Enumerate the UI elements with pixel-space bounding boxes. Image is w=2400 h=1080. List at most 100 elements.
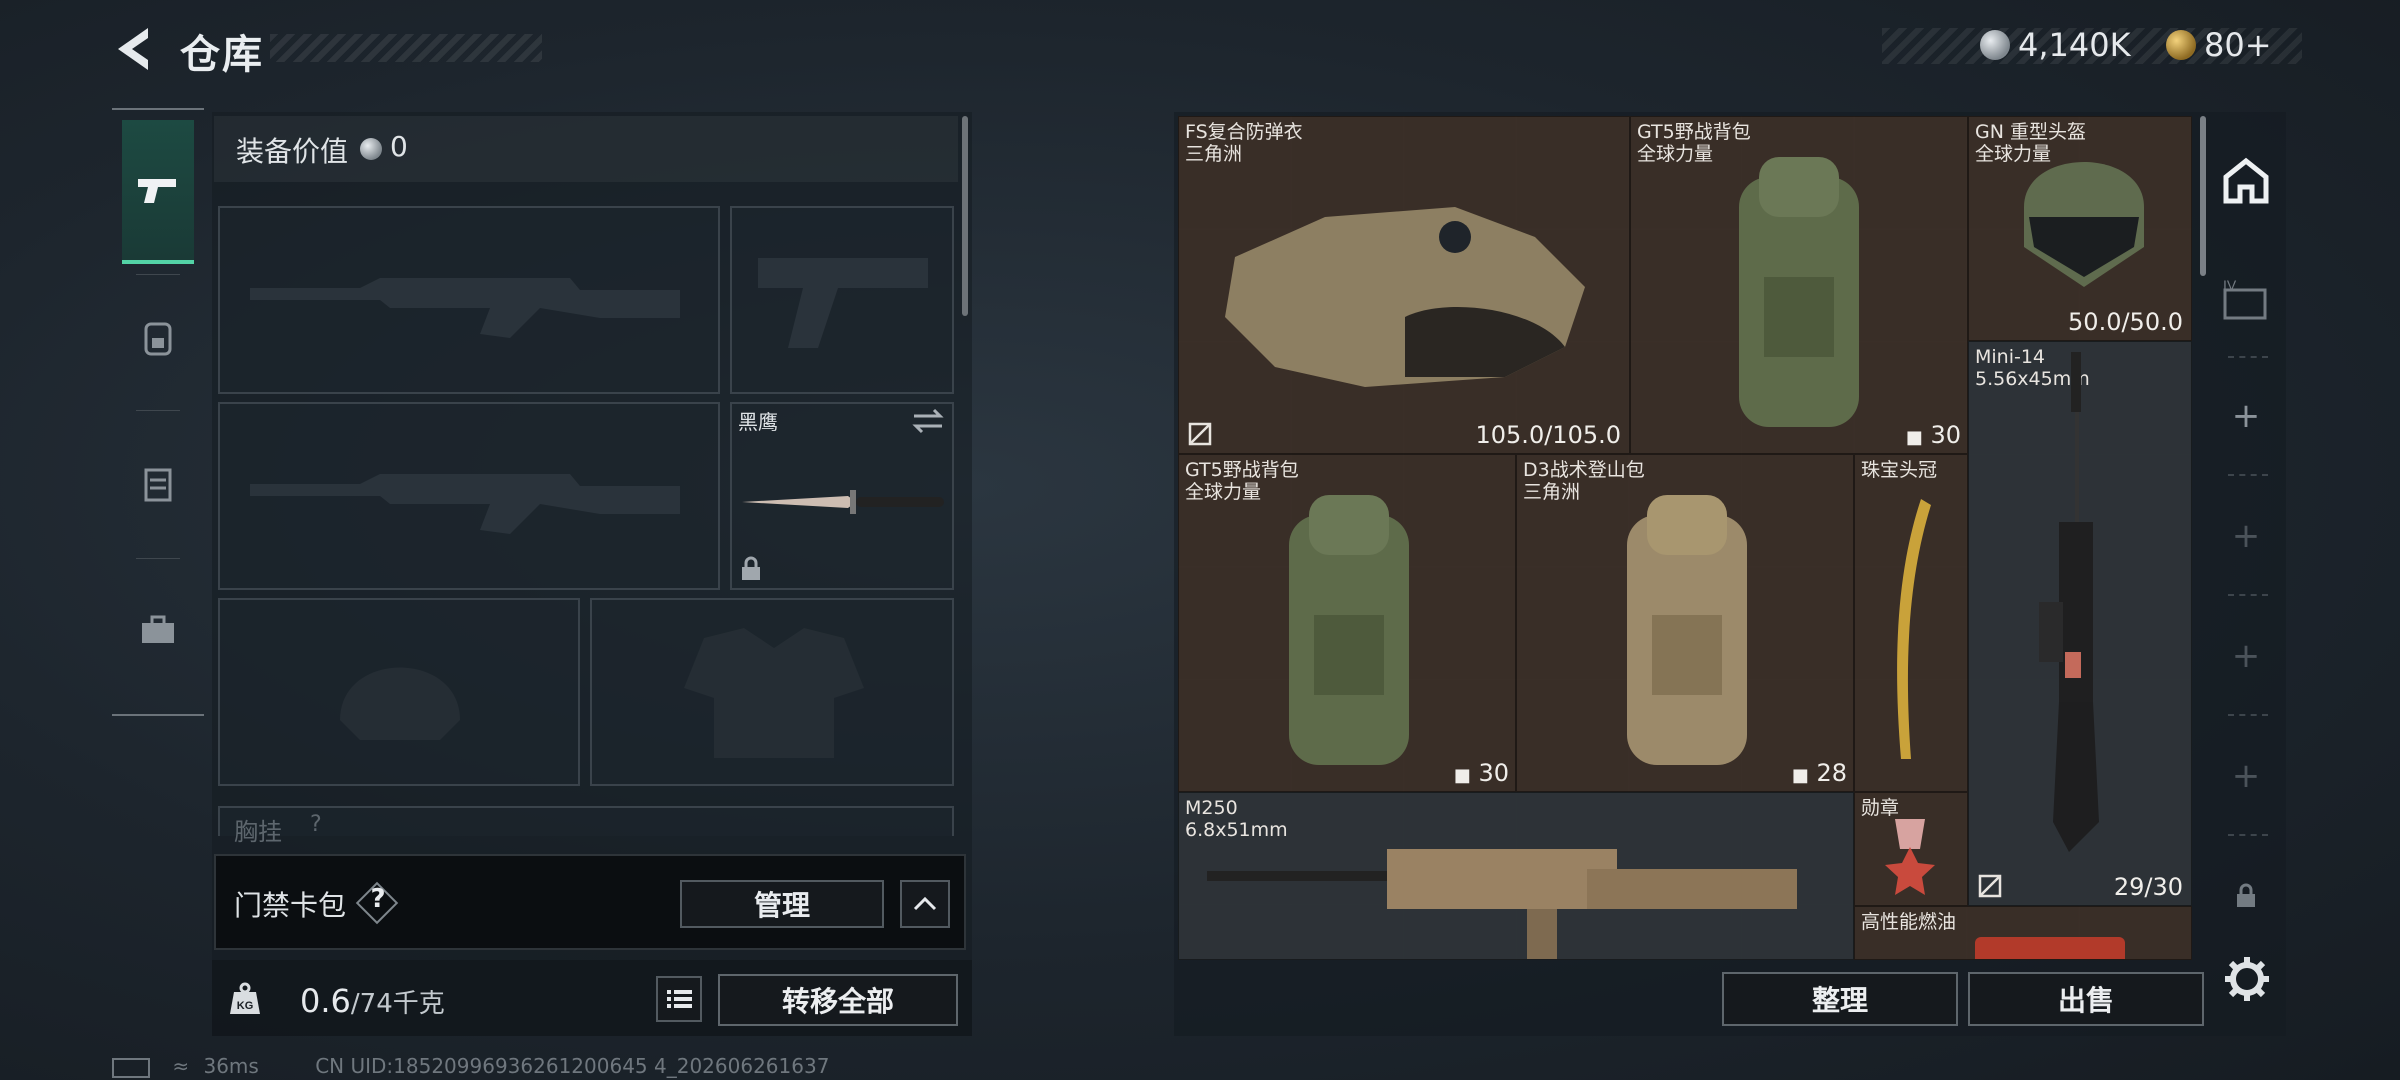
svg-text:IV: IV [2223, 278, 2237, 293]
category-tabs [112, 108, 204, 716]
rifle-placeholder-icon [250, 474, 680, 534]
armor-vest-image [1225, 207, 1585, 387]
organize-button[interactable]: 整理 [1722, 972, 1958, 1026]
help-icon: ? [370, 884, 386, 914]
pistol-placeholder-icon [758, 258, 928, 348]
weight-current: 0.6 [300, 982, 351, 1020]
primary-weapon-slot[interactable] [218, 206, 720, 394]
warehouse-icon [2223, 157, 2269, 204]
chest-rig-label: 胸挂 [234, 818, 282, 846]
knife-icon [742, 490, 944, 514]
weight-value: 0.6/74千克 [300, 982, 445, 1020]
equipment-scrollbar[interactable] [962, 116, 968, 316]
item-subtitle: 全球力量 [1637, 143, 1714, 165]
item-capacity: ■ 28 [1791, 759, 1847, 787]
no-repair-icon [1188, 422, 1212, 446]
fuel-canister-image [1975, 937, 2125, 959]
item-backpack[interactable]: GT5野战背包 全球力量 ■ 30 [1630, 116, 1968, 454]
storage-expand-iv-button[interactable]: IV [2210, 266, 2282, 336]
melee-slot[interactable]: 黑鹰 [730, 402, 954, 590]
primary-weapon-slot-2[interactable] [218, 402, 720, 590]
item-name: 勋章 [1861, 797, 1900, 819]
equipment-value: 0 [390, 130, 408, 163]
list-icon [667, 990, 692, 1008]
storage-lock-button[interactable] [2210, 866, 2282, 926]
silver-coin-icon [360, 138, 382, 160]
machine-gun-image [1207, 849, 1797, 959]
currency-gold-value: 80+ [2204, 26, 2272, 64]
back-button[interactable] [108, 22, 158, 76]
item-armor[interactable]: FS复合防弹衣 三角洲 105.0/105.0 [1178, 116, 1630, 454]
backpack-image [1739, 157, 1859, 427]
plus-icon: + [2231, 516, 2261, 556]
tab-briefcase[interactable] [122, 560, 194, 700]
currency-silver[interactable]: 4,140K [1980, 26, 2131, 64]
gold-coin-icon [2166, 30, 2196, 60]
status-bar: ≈ 36ms CN UID:18520996936261200645 4_202… [112, 1054, 829, 1078]
item-fuel[interactable]: 高性能燃油 [1854, 906, 2192, 960]
item-rifle[interactable]: Mini-14 5.56x45mm 29/30 [1968, 341, 2192, 906]
secondary-weapon-slot[interactable] [730, 206, 954, 394]
item-helmet[interactable]: GN 重型头盔 全球力量 50.0/50.0 [1968, 116, 2192, 341]
title-decoration [270, 34, 542, 62]
add-storage-button-2[interactable]: + [2210, 506, 2282, 566]
item-name: M250 [1185, 797, 1238, 819]
lock-icon [742, 556, 760, 580]
medal-image [1885, 819, 1935, 895]
add-storage-button-1[interactable]: + [2210, 386, 2282, 446]
helmet-image [2024, 162, 2144, 287]
rifle-image [2039, 352, 2099, 852]
sell-button[interactable]: 出售 [1968, 972, 2204, 1026]
storage-grid: FS复合防弹衣 三角洲 105.0/105.0 GT5野战背包 全球力量 ■ 3… [1178, 116, 2192, 960]
add-storage-button-4[interactable]: + [2210, 746, 2282, 806]
silver-coin-icon [1980, 30, 2010, 60]
item-crown[interactable]: 珠宝头冠 [1854, 454, 1968, 792]
item-backpack[interactable]: D3战术登山包 三角洲 ■ 28 [1516, 454, 1854, 792]
item-machine-gun[interactable]: M250 6.8x51mm [1178, 792, 1854, 960]
item-medal[interactable]: 勋章 [1854, 792, 1968, 906]
ping-value: 36ms [203, 1054, 259, 1078]
equipment-value-label: 装备价值 [236, 135, 349, 168]
lock-icon [2237, 883, 2255, 907]
collapse-button[interactable] [900, 880, 950, 928]
tab-locker[interactable] [122, 414, 194, 554]
tab-weapons[interactable] [122, 120, 194, 264]
armor-placeholder-icon [684, 628, 864, 758]
currency-gold[interactable]: 80+ [2166, 26, 2272, 64]
capacity-icon: ■ [1453, 765, 1471, 786]
manage-button[interactable]: 管理 [680, 880, 884, 928]
helmet-slot[interactable] [218, 598, 580, 786]
chest-rig-help: ? [310, 812, 322, 837]
settings-button[interactable] [2222, 954, 2272, 1004]
armor-slot[interactable] [590, 598, 954, 786]
add-storage-button-3[interactable]: + [2210, 626, 2282, 686]
item-ammo-count: 29/30 [2113, 873, 2183, 901]
chest-rig-slot[interactable]: 胸挂 ? [218, 806, 954, 846]
item-subtitle: 全球力量 [1185, 481, 1262, 503]
weight-kg-label: KG [237, 1000, 254, 1012]
item-capacity: ■ 30 [1905, 421, 1961, 449]
tab-backpack[interactable] [122, 268, 194, 408]
swap-icon[interactable] [912, 408, 944, 434]
wifi-icon: ≈ [172, 1054, 190, 1078]
rifle-placeholder-icon [250, 278, 680, 338]
back-arrow-icon [118, 28, 148, 70]
warehouse-home-button[interactable] [2210, 146, 2282, 216]
storage-scrollbar[interactable] [2200, 116, 2206, 276]
item-subtitle: 三角洲 [1185, 143, 1243, 165]
briefcase-icon [142, 615, 174, 643]
plus-icon: + [2231, 636, 2261, 676]
backpack-icon [144, 322, 172, 356]
item-durability: 50.0/50.0 [2068, 308, 2183, 336]
item-durability: 105.0/105.0 [1475, 421, 1622, 449]
item-name: FS复合防弹衣 [1185, 121, 1303, 143]
item-backpack[interactable]: GT5野战背包 全球力量 ■ 30 [1178, 454, 1516, 792]
item-name: 高性能燃油 [1861, 911, 1957, 933]
transfer-all-button[interactable]: 转移全部 [718, 974, 958, 1026]
weight-icon: KG [226, 980, 264, 1018]
item-name: 珠宝头冠 [1861, 459, 1938, 481]
list-view-button[interactable] [656, 976, 702, 1022]
pistol-icon [138, 179, 176, 203]
backpack-image [1627, 495, 1747, 765]
plus-icon: + [2231, 756, 2261, 796]
